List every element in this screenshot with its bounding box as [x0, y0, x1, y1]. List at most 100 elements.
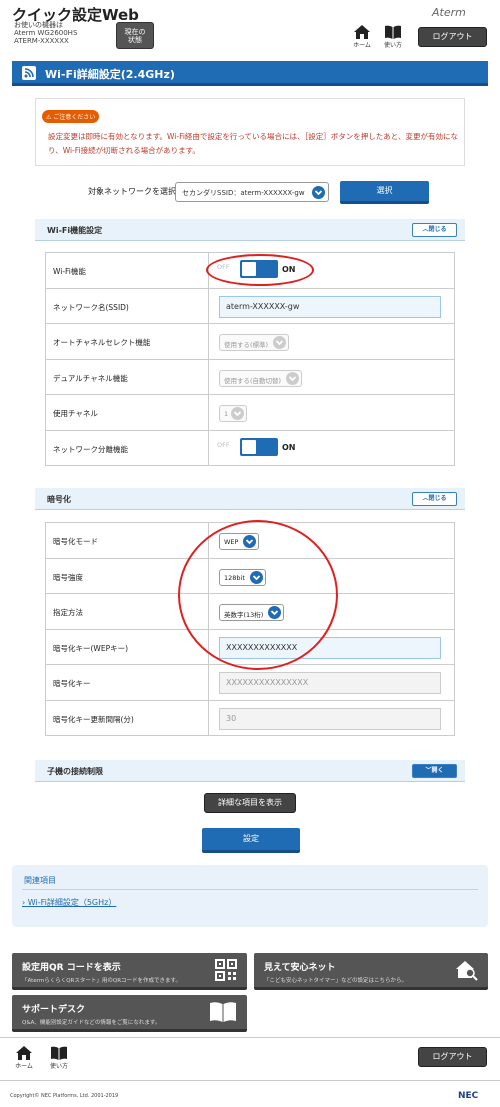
wep-key-label: 暗号化キー(WEPキー)	[46, 629, 209, 664]
device-line-1: お使いの機器は	[14, 21, 63, 29]
related-items-box: 関連項目 › Wi-Fi詳細設定（5GHz）	[12, 865, 488, 927]
qr-tile-title: 設定用QR コードを表示	[22, 963, 121, 973]
help-button[interactable]: 使い方	[380, 24, 406, 54]
autochannel-select[interactable]: 使用する(標準)	[219, 334, 290, 351]
wifi-icon	[22, 66, 36, 80]
enc-key-label: 暗号化キー	[46, 665, 209, 700]
network-select-value: セカンダリSSID：aterm-XXXXXX-gw	[182, 189, 305, 197]
collapse-label: 閉じる	[428, 226, 447, 233]
home-icon	[354, 25, 370, 39]
page-title-bar: Wi-Fi詳細設定(2.4GHz)	[12, 61, 488, 86]
footer-divider-2	[0, 1080, 500, 1081]
dualchannel-select[interactable]: 使用する(自動切替)	[219, 369, 303, 387]
footer-logout-button[interactable]: ログアウト	[418, 1047, 487, 1067]
support-desk-tile[interactable]: サポートデスク Q&A、機能別設定ガイドなどの情報をご覧になれます。	[12, 995, 247, 1032]
table-row-key-interval: 暗号化キー更新間隔(分) 30	[46, 700, 454, 736]
table-row-enc-key: 暗号化キー XXXXXXXXXXXXXXX	[46, 665, 454, 701]
safe-tile-title: 見えて安心ネット	[264, 963, 336, 973]
collapse-label: 閉じる	[428, 495, 447, 502]
enc-mode-label: 暗号化モード	[46, 523, 209, 558]
current-status-button[interactable]: 現在の 状態	[116, 22, 154, 49]
client-limit-section-title: 子機の接続制限	[47, 767, 103, 776]
book-icon	[385, 25, 401, 39]
wifi-function-label: Wi-Fi機能	[46, 253, 209, 288]
home-search-icon	[456, 961, 478, 981]
home-icon	[16, 1046, 32, 1060]
chevron-down-icon	[312, 186, 325, 199]
home-button[interactable]: ホーム	[349, 24, 375, 54]
network-separation-toggle[interactable]: OFF ON	[217, 437, 296, 456]
brand-logo: Aterm	[432, 6, 466, 19]
table-row-ssid: ネットワーク名(SSID) aterm-XXXXXX-gw	[46, 288, 454, 324]
wifi-section-header: Wi-Fi機能設定 ︿閉じる	[35, 219, 465, 241]
page: クイック設定Web お使いの機器は Aterm WG2600HS ATERM-X…	[0, 0, 500, 1107]
notice-text: 設定変更は即時に有効となります。Wi-Fi経由で設定を行っている場合には、［設定…	[48, 132, 458, 155]
submit-button[interactable]: 設定	[202, 828, 300, 853]
wifi-section-collapse-button[interactable]: ︿閉じる	[412, 223, 457, 237]
toggle-track	[240, 437, 278, 456]
autochannel-value: 使用する(標準)	[224, 341, 269, 349]
key-interval-label: 暗号化キー更新間隔(分)	[46, 700, 209, 735]
ssid-input[interactable]: aterm-XXXXXX-gw	[219, 295, 441, 318]
encryption-section-title: 暗号化	[47, 495, 71, 504]
chevron-down-icon	[231, 407, 245, 420]
qr-tile-desc: 「AtermらくらくQRスタート」用のQRコードを作成できます。	[22, 978, 181, 984]
footer-divider	[0, 1037, 500, 1038]
encryption-section-header: 暗号化 ︿閉じる	[35, 488, 465, 510]
enc-key-input: XXXXXXXXXXXXXXX	[219, 672, 441, 694]
safe-net-tile[interactable]: 見えて安心ネット 「こども安心ネットタイマー」などの設定はこちらから。	[254, 953, 488, 990]
annotation-circle-wifi	[206, 254, 314, 286]
toggle-knob	[242, 439, 256, 454]
off-label: OFF	[217, 440, 230, 449]
related-link-5ghz[interactable]: › Wi-Fi詳細設定（5GHz）	[22, 897, 116, 908]
expand-label: 開く	[431, 767, 444, 774]
select-network-button[interactable]: 選択	[340, 181, 429, 204]
footer-home-button[interactable]: ホーム	[11, 1045, 37, 1075]
notice-badge-text: ご注意ください	[53, 114, 96, 121]
divider	[22, 889, 478, 890]
footer-help-button[interactable]: 使い方	[46, 1045, 72, 1075]
qr-code-tile[interactable]: 設定用QR コードを表示 「AtermらくらくQRスタート」用のQRコードを作成…	[12, 953, 247, 990]
chevron-down-icon	[286, 371, 300, 385]
qr-code-icon	[215, 959, 237, 981]
status-button-line-2: 状態	[128, 36, 142, 44]
copyright: Copyright© NEC Platforms, Ltd. 2001-2019	[10, 1093, 119, 1099]
dualchannel-label: デュアルチャネル機能	[46, 359, 209, 394]
encryption-section-collapse-button[interactable]: ︿閉じる	[412, 492, 457, 506]
channel-select[interactable]: 1	[219, 405, 248, 422]
separation-label: ネットワーク分離機能	[46, 430, 209, 465]
support-tile-title: サポートデスク	[22, 1005, 86, 1015]
related-title: 関連項目	[24, 876, 56, 885]
help-label: 使い方	[383, 42, 402, 49]
wifi-section-title: Wi-Fi機能設定	[47, 226, 103, 235]
ssid-label: ネットワーク名(SSID)	[46, 288, 209, 323]
nec-logo: NEC	[458, 1091, 479, 1101]
channel-label: 使用チャネル	[46, 395, 209, 430]
logout-button[interactable]: ログアウト	[418, 27, 487, 47]
book-icon	[51, 1046, 67, 1060]
related-link-label: Wi-Fi詳細設定（5GHz）	[27, 898, 117, 907]
autochannel-label: オートチャネルセレクト機能	[46, 324, 209, 359]
home-label: ホーム	[353, 42, 371, 49]
device-line-2: Aterm WG2600HS	[14, 29, 78, 37]
chevron-down-icon	[273, 336, 287, 349]
client-limit-section-header: 子機の接続制限 ﹀開く	[35, 760, 465, 782]
notice-badge: ⚠ ご注意ください	[42, 110, 100, 123]
dualchannel-value: 使用する(自動切替)	[224, 376, 282, 385]
network-select[interactable]: セカンダリSSID：aterm-XXXXXX-gw	[175, 182, 329, 202]
network-select-label: 対象ネットワークを選択	[88, 187, 176, 196]
page-title: Wi-Fi詳細設定(2.4GHz)	[45, 68, 175, 81]
status-button-line-1: 現在の	[124, 28, 146, 36]
client-limit-expand-button[interactable]: ﹀開く	[412, 764, 457, 778]
channel-value: 1	[224, 410, 229, 418]
key-interval-input: 30	[219, 707, 441, 730]
table-row-separation: ネットワーク分離機能 OFF ON	[46, 430, 454, 466]
notice-box: ⚠ ご注意ください 設定変更は即時に有効となります。Wi-Fi経由で設定を行って…	[35, 98, 465, 166]
annotation-circle-encryption	[178, 520, 338, 670]
footer-help-label: 使い方	[49, 1063, 68, 1070]
book-icon	[210, 1002, 236, 1022]
support-tile-desc: Q&A、機能別設定ガイドなどの情報をご覧になれます。	[22, 1020, 161, 1026]
show-details-button[interactable]: 詳細な項目を表示	[204, 793, 296, 813]
footer-home-label: ホーム	[15, 1063, 33, 1070]
table-row-channel: 使用チャネル 1	[46, 395, 454, 431]
